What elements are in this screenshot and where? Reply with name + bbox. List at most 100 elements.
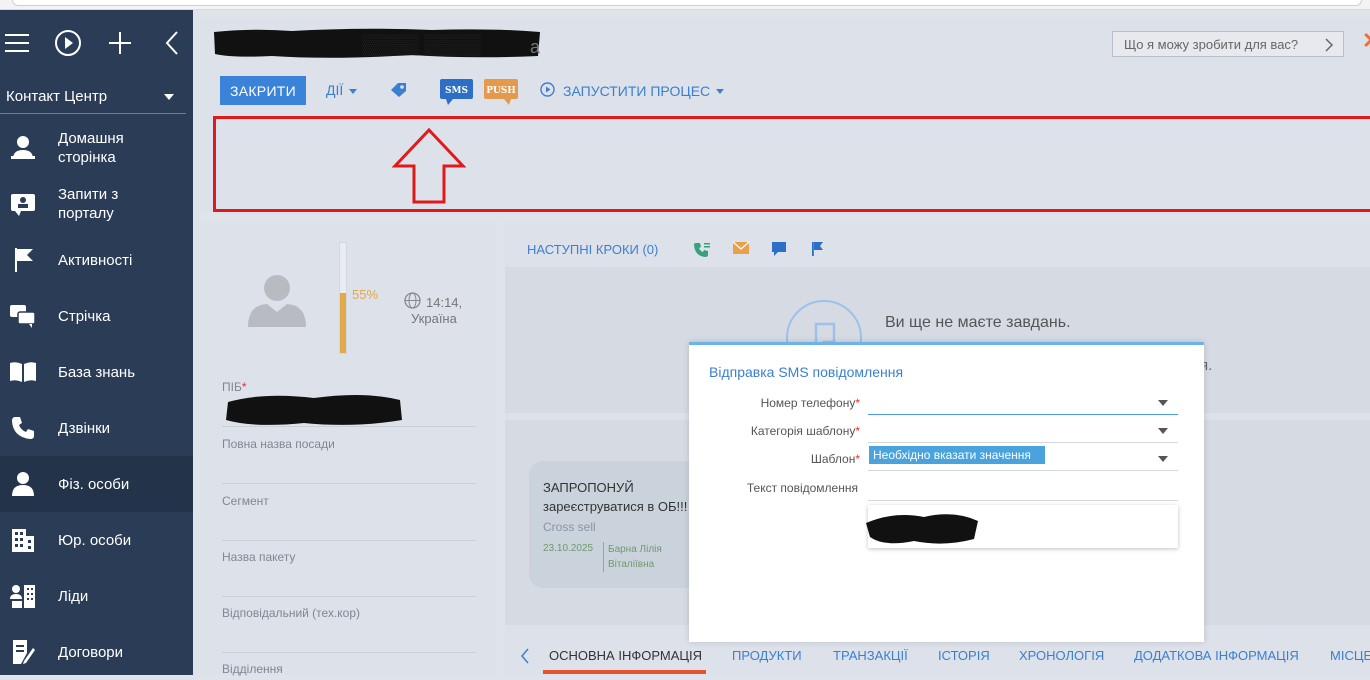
next-steps-tab[interactable]: НАСТУПНІ КРОКИ (0) — [527, 242, 658, 257]
message-text-label: Текст повідомлення — [746, 481, 858, 495]
offer-card-date: 23.10.2025 — [543, 543, 594, 554]
sidebar-item-label: Ліди — [58, 587, 89, 605]
sidebar-item-label: Фіз. особи — [58, 475, 130, 493]
chevron-down-icon[interactable] — [1158, 400, 1168, 406]
package-field-label: Назва пакету — [222, 550, 296, 564]
run-process-button[interactable]: ЗАПУСТИТИ ПРОЦЕС — [540, 82, 725, 100]
tab-history[interactable]: ІСТОРІЯ — [938, 648, 990, 663]
sms-send-button[interactable]: SMS — [440, 79, 474, 112]
section-selector[interactable]: Контакт Центр — [0, 80, 186, 114]
redacted-record-title: ▒▒▒▒ ▒▒▒▒ а — [214, 28, 541, 58]
segment-field[interactable]: Сегмент — [222, 494, 476, 541]
svg-text:▒▒▒▒ ▒▒▒▒: ▒▒▒▒ ▒▒▒▒ — [362, 34, 482, 56]
svg-text:а: а — [530, 37, 541, 57]
template-category-label: Категорія шаблону* — [750, 424, 860, 438]
chevron-down-icon[interactable] — [1158, 456, 1168, 462]
collapse-chevron-icon[interactable] — [157, 28, 187, 58]
tab-transactions[interactable]: ТРАНЗАКЦІЇ — [833, 648, 908, 663]
building-icon — [8, 525, 38, 555]
sidebar-item-home[interactable]: Домашня сторінка — [0, 120, 193, 176]
email-icon[interactable] — [732, 241, 771, 264]
position-field-label: Повна назва посади — [222, 437, 335, 451]
phone-label: Номер телефону* — [760, 396, 860, 410]
phone-icon — [8, 413, 38, 443]
region-label: Україна — [411, 311, 457, 326]
offer-card-category: Cross sell — [543, 520, 596, 534]
help-search-placeholder: Що я можу зробити для вас? — [1124, 36, 1299, 52]
quick-actions — [693, 241, 849, 264]
profile-completeness-fill — [340, 292, 346, 353]
close-icon[interactable]: ✕ — [1362, 28, 1370, 54]
actions-menu-label: ДІЇ — [326, 82, 344, 98]
active-tab-underline — [543, 670, 706, 674]
push-send-button[interactable]: PUSH — [484, 79, 520, 112]
local-time: 14:14, — [404, 292, 462, 312]
flag-icon — [8, 245, 38, 275]
section-label: Контакт Центр — [6, 88, 108, 105]
profile-completeness-label: 55% — [352, 287, 379, 302]
sidebar-item-activities[interactable]: Активності — [0, 232, 193, 288]
sidebar-item-label: Домашня сторінка — [58, 130, 124, 166]
sidebar-item-label: Стрічка — [58, 307, 111, 325]
home-person-icon — [8, 133, 38, 163]
sidebar-item-portal-requests[interactable]: Запити з порталу — [0, 176, 193, 232]
redacted-dropdown-option — [866, 514, 978, 544]
annotation-up-arrow — [392, 128, 466, 204]
profile-completeness-bar — [339, 242, 347, 354]
template-input[interactable] — [868, 470, 1178, 471]
menu-icon[interactable] — [2, 28, 32, 58]
responsible-field[interactable]: Відповідальний (тех.кор) — [222, 606, 476, 653]
browser-top-strip — [0, 0, 1370, 10]
sidebar-item-feed[interactable]: Стрічка — [0, 288, 193, 344]
sidebar-item-contracts[interactable]: Договори — [0, 624, 193, 680]
actions-menu-button[interactable]: ДІЇ — [326, 82, 358, 98]
sidebar-item-label: Договори — [58, 643, 124, 661]
leads-icon — [8, 581, 38, 611]
package-field[interactable]: Назва пакету — [222, 550, 476, 597]
chevron-down-icon — [164, 94, 174, 100]
position-field[interactable]: Повна назва посади — [222, 437, 476, 484]
push-icon-label: PUSH — [486, 86, 516, 96]
person-icon — [8, 469, 38, 499]
chevron-down-icon — [349, 88, 358, 94]
plus-icon[interactable] — [105, 28, 135, 58]
sms-dialog-title: Відправка SMS повідомлення — [709, 364, 904, 380]
sidebar-toolbar — [0, 28, 193, 58]
offer-card[interactable]: ЗАПРОПОНУЙ зареєструватися в ОБ!!! Cross… — [529, 461, 699, 588]
offer-card-author-line1: Барна Лілія — [608, 544, 662, 555]
phone-input[interactable] — [868, 414, 1178, 415]
sidebar-item-individuals[interactable]: Фіз. особи — [0, 456, 193, 512]
portal-request-icon — [8, 189, 38, 219]
tab-main-info[interactable]: ОСНОВНА ІНФОРМАЦІЯ — [549, 648, 702, 663]
sidebar-item-legal-entities[interactable]: Юр. особи — [0, 512, 193, 568]
chevron-left-icon[interactable] — [520, 648, 530, 669]
avatar-placeholder-icon[interactable] — [247, 272, 307, 333]
feed-chat-icon — [8, 301, 38, 331]
sidebar-item-leads[interactable]: Ліди — [0, 568, 193, 624]
help-search-input[interactable]: Що я можу зробити для вас? — [1112, 31, 1344, 57]
tab-products[interactable]: ПРОДУКТИ — [732, 648, 802, 663]
tag-icon[interactable] — [390, 82, 408, 103]
sidebar-item-knowledge-base[interactable]: База знань — [0, 344, 193, 400]
chevron-down-icon — [716, 88, 725, 94]
call-icon[interactable] — [693, 241, 732, 264]
sidebar-item-calls[interactable]: Дзвінки — [0, 400, 193, 456]
globe-icon — [404, 292, 421, 312]
sidebar-item-label: База знань — [58, 363, 136, 381]
offer-card-author: Барна Лілія Віталіївна — [603, 542, 662, 572]
tab-location[interactable]: МІСЦЕ — [1330, 648, 1370, 663]
message-text-input[interactable] — [868, 500, 1178, 501]
close-record-button[interactable]: ЗАКРИТИ — [220, 76, 306, 105]
redacted-name-value — [226, 394, 402, 425]
branch-field[interactable]: Відділення — [222, 662, 476, 676]
no-tasks-message: Ви ще не маєте завдань. — [885, 314, 1071, 331]
chevron-down-icon[interactable] — [1158, 428, 1168, 434]
play-circle-icon[interactable] — [53, 28, 83, 58]
tab-timeline[interactable]: ХРОНОЛОГІЯ — [1019, 648, 1104, 663]
chat-icon[interactable] — [771, 241, 810, 264]
flag-icon[interactable] — [810, 241, 849, 264]
sidebar-item-label: Активності — [58, 251, 133, 269]
tab-additional-info[interactable]: ДОДАТКОВА ІНФОРМАЦІЯ — [1134, 648, 1299, 663]
template-category-input[interactable] — [868, 442, 1178, 443]
template-dropdown-list[interactable] — [866, 505, 1178, 548]
